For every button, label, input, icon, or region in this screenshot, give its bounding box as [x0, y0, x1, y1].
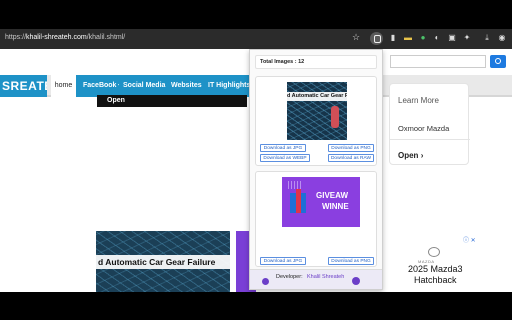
- image-card-2: GIVEAW WINNE Download as JPG Download as…: [255, 171, 377, 267]
- screen: https://khalil-shreateh.com/khalil.shtml…: [0, 0, 512, 320]
- url-text: https://khalil-shreateh.com/khalil.shtml…: [5, 34, 126, 41]
- dot-pattern: [288, 181, 302, 189]
- thumbnail-caption: d Automatic Car Gear Failure: [287, 92, 347, 101]
- dropdown-open-item[interactable]: Open: [97, 95, 247, 107]
- mazda-logo-icon: [428, 247, 440, 257]
- image-card-1: d Automatic Car Gear Failure Download as…: [255, 76, 377, 166]
- total-images-count: Total Images : 12: [255, 55, 377, 69]
- person-figure: [331, 106, 339, 128]
- learn-more-link[interactable]: Learn More: [398, 96, 439, 105]
- image-thumbnail-2[interactable]: GIVEAW WINNE: [282, 177, 360, 227]
- bottom-bar: [0, 292, 512, 320]
- site-search-input[interactable]: [390, 55, 486, 68]
- article-image-caption: d Automatic Car Gear Failure: [96, 255, 230, 269]
- site-logo[interactable]: SREATEH: [0, 75, 47, 97]
- thumbnail-text-1: GIVEAW: [316, 191, 349, 200]
- download-jpg-button[interactable]: Download as JPG: [260, 144, 306, 152]
- image-downloader-popup: Total Images : 12 d Automatic Car Gear F…: [249, 49, 383, 290]
- ad-card-right[interactable]: Learn More Oxmoor Mazda Open ›: [389, 83, 470, 165]
- thumbnail-text-2: WINNE: [322, 202, 349, 211]
- site-search-button[interactable]: [490, 55, 506, 68]
- download-jpg-button[interactable]: Download as JPG: [260, 257, 306, 265]
- ad-open-button[interactable]: Open ›: [398, 151, 423, 160]
- divider: [390, 139, 470, 140]
- extension-icon-1[interactable]: ▮: [388, 33, 398, 43]
- download-webp-button[interactable]: Download as WEBP: [260, 154, 310, 162]
- ad-advertiser: Oxmoor Mazda: [398, 124, 450, 133]
- extension-icon-2[interactable]: ▬: [403, 33, 413, 43]
- extensions-puzzle-icon[interactable]: ✦: [462, 33, 472, 43]
- download-png-button[interactable]: Download as PNG: [328, 144, 374, 152]
- chevron-right-icon: ›: [420, 151, 424, 160]
- image-thumbnail-1[interactable]: d Automatic Car Gear Failure: [287, 82, 347, 140]
- nav-home[interactable]: home: [51, 75, 76, 97]
- ribbon-graphic: [296, 189, 301, 213]
- profile-icon[interactable]: ◉: [497, 33, 507, 43]
- extension-logo-icon: [262, 278, 269, 285]
- developer-name-link[interactable]: Khalil Shreateh: [307, 274, 344, 280]
- developer-avatar-icon: [352, 277, 360, 285]
- extension-icon-4[interactable]: ◐: [432, 33, 442, 43]
- developer-label: Developer:: [276, 274, 303, 280]
- download-raw-button[interactable]: Download as RAW: [328, 154, 374, 162]
- image-downloader-extension-icon[interactable]: [370, 32, 383, 45]
- download-icon[interactable]: ⤓: [482, 33, 492, 43]
- ad-close-icon[interactable]: ⓘ ✕: [463, 235, 476, 244]
- download-png-button[interactable]: Download as PNG: [328, 257, 374, 265]
- bookmark-star-icon[interactable]: ☆: [352, 32, 360, 43]
- address-bar[interactable]: https://khalil-shreateh.com/khalil.shtml…: [0, 31, 366, 47]
- developer-footer: Developer: Khalil Shreateh: [250, 269, 382, 289]
- ad-headline-1: 2025 Mazda3: [408, 264, 463, 274]
- article-image[interactable]: d Automatic Car Gear Failure: [96, 231, 230, 292]
- ad-headline-2: Hatchback: [414, 275, 457, 285]
- window-top-bar: [0, 0, 512, 29]
- extension-icon-3[interactable]: ●: [418, 33, 428, 43]
- extension-icon-5[interactable]: ▣: [447, 33, 457, 43]
